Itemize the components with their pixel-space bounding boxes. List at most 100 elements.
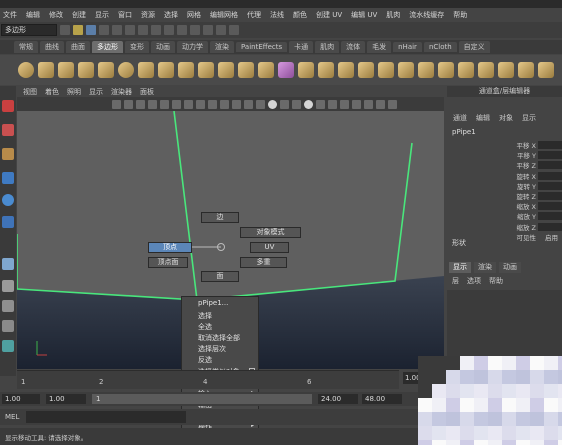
- undo-icon[interactable]: [99, 25, 109, 35]
- marking-menu-uv[interactable]: UV: [250, 242, 289, 253]
- layer-menu-item[interactable]: 选项: [467, 276, 481, 286]
- layout-two-icon[interactable]: [2, 300, 14, 312]
- xray-icon[interactable]: [316, 99, 325, 109]
- wireframe-icon[interactable]: [244, 99, 253, 109]
- layer-menu-item[interactable]: 层: [452, 276, 459, 286]
- shelf-tab[interactable]: 常规: [14, 41, 38, 53]
- panel-menu-item[interactable]: 面板: [140, 87, 154, 97]
- scale-tool-icon[interactable]: [2, 216, 14, 228]
- resolution-gate-icon[interactable]: [184, 99, 193, 109]
- render-icon[interactable]: [203, 25, 213, 35]
- poly-combine-icon[interactable]: [218, 62, 234, 78]
- marking-menu-vertex[interactable]: 顶点: [148, 242, 192, 253]
- attribute-value-field[interactable]: [538, 151, 562, 160]
- poly-boolean-icon[interactable]: [278, 62, 294, 78]
- range-slider[interactable]: 1: [92, 394, 312, 404]
- motion-blur-icon[interactable]: [352, 99, 361, 109]
- poly-mirror-icon[interactable]: [338, 62, 354, 78]
- shelf-tab[interactable]: 毛发: [367, 41, 392, 53]
- poly-smooth-icon[interactable]: [298, 62, 314, 78]
- shelf-tab[interactable]: nCloth: [423, 42, 457, 52]
- select-object-icon[interactable]: [138, 25, 148, 35]
- context-menu-item[interactable]: 选择层次: [198, 344, 226, 354]
- attribute-row[interactable]: 旋转 X: [447, 171, 562, 181]
- poly-bevel-icon[interactable]: [498, 62, 514, 78]
- ambient-occlusion-icon[interactable]: [340, 99, 349, 109]
- shelf-tab[interactable]: 曲线: [40, 41, 64, 53]
- marking-menu-object-mode[interactable]: 对象模式: [240, 227, 301, 238]
- shadows-icon[interactable]: [292, 99, 301, 109]
- channel-box-tab[interactable]: 编辑: [476, 113, 490, 123]
- redo-icon[interactable]: [112, 25, 122, 35]
- menu-item[interactable]: 编辑 UV: [351, 10, 377, 20]
- attribute-value-field[interactable]: [538, 202, 562, 211]
- menu-item[interactable]: 创建 UV: [316, 10, 342, 20]
- menu-item[interactable]: 帮助: [453, 10, 467, 20]
- poly-extract-icon[interactable]: [258, 62, 274, 78]
- layer-tab[interactable]: 渲染: [474, 262, 496, 273]
- attribute-row[interactable]: 平移 Z: [447, 160, 562, 170]
- attribute-value-field[interactable]: [538, 181, 562, 190]
- rotate-tool-icon[interactable]: [2, 194, 14, 206]
- attribute-row[interactable]: 旋转 Z: [447, 191, 562, 201]
- poly-pipe-icon[interactable]: [178, 62, 194, 78]
- attribute-row[interactable]: 旋转 Y: [447, 181, 562, 191]
- shelf-tab[interactable]: 卡通: [289, 41, 314, 53]
- attribute-value-field[interactable]: [538, 192, 562, 200]
- marking-menu-multi[interactable]: 多重: [240, 257, 287, 268]
- range-end-field[interactable]: 48.00: [362, 394, 402, 404]
- shelf-tab[interactable]: 动力学: [177, 41, 208, 53]
- layer-tab[interactable]: 动画: [499, 262, 521, 273]
- poly-reduce-icon[interactable]: [318, 62, 334, 78]
- poly-cone-icon[interactable]: [78, 62, 94, 78]
- poly-merge-icon[interactable]: [518, 62, 534, 78]
- hud-icon[interactable]: [388, 99, 397, 109]
- attribute-value-field[interactable]: [538, 161, 562, 170]
- ipr-render-icon[interactable]: [216, 25, 226, 35]
- menu-item[interactable]: 修改: [49, 10, 63, 20]
- isolate-select-icon[interactable]: [328, 99, 337, 109]
- safe-action-icon[interactable]: [220, 99, 229, 109]
- menu-item[interactable]: 创建: [72, 10, 86, 20]
- node-name[interactable]: pPipe1: [452, 128, 476, 136]
- save-scene-icon[interactable]: [86, 25, 96, 35]
- attribute-value-field[interactable]: [538, 222, 562, 231]
- panel-menu-item[interactable]: 视图: [23, 87, 37, 97]
- smooth-shade-icon[interactable]: [256, 99, 265, 109]
- image-plane-icon[interactable]: [148, 99, 157, 109]
- shelf-tab[interactable]: 动画: [151, 41, 175, 53]
- menu-item[interactable]: 资源: [141, 10, 155, 20]
- depth-of-field-icon[interactable]: [376, 99, 385, 109]
- poly-sphere-icon[interactable]: [18, 62, 34, 78]
- poly-collapse-icon[interactable]: [538, 62, 554, 78]
- menu-item[interactable]: 窗口: [118, 10, 132, 20]
- move-tool-icon[interactable]: [2, 172, 14, 184]
- poly-fill-hole-icon[interactable]: [358, 62, 374, 78]
- range-inner-end-field[interactable]: 24.00: [318, 394, 358, 404]
- attribute-row[interactable]: 缩放 Y: [447, 211, 562, 221]
- menu-item[interactable]: 编辑网格: [210, 10, 238, 20]
- mode-select[interactable]: 多边形: [1, 24, 57, 36]
- camera-attr-icon[interactable]: [124, 99, 133, 109]
- poly-cube-icon[interactable]: [38, 62, 54, 78]
- panel-menu-item[interactable]: 照明: [67, 87, 81, 97]
- menu-item[interactable]: 颜色: [293, 10, 307, 20]
- layer-list[interactable]: [447, 290, 562, 365]
- camera-icon[interactable]: [112, 99, 121, 109]
- menu-item[interactable]: 代理: [247, 10, 261, 20]
- all-lights-icon[interactable]: [280, 99, 289, 109]
- attribute-row[interactable]: 缩放 X: [447, 201, 562, 211]
- new-scene-icon[interactable]: [60, 25, 70, 35]
- poly-pyramid-icon[interactable]: [158, 62, 174, 78]
- poly-cylinder-icon[interactable]: [58, 62, 74, 78]
- command-input[interactable]: [26, 411, 186, 423]
- time-ruler[interactable]: 1 2 4 6: [17, 370, 399, 389]
- layout-single-icon[interactable]: [2, 258, 14, 270]
- shelf-tab[interactable]: 多边形: [92, 41, 123, 53]
- poly-insert-loop-icon[interactable]: [418, 62, 434, 78]
- safe-title-icon[interactable]: [232, 99, 241, 109]
- snap-point-icon[interactable]: [190, 25, 200, 35]
- menu-item[interactable]: 文件: [3, 10, 17, 20]
- menu-item[interactable]: 流水线缓存: [409, 10, 444, 20]
- layout-graph-icon[interactable]: [2, 340, 14, 352]
